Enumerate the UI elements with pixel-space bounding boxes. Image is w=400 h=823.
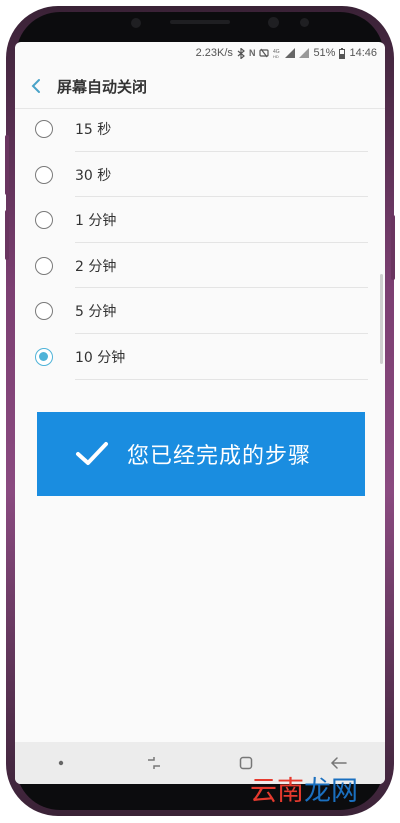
network-speed: 2.23K/s	[195, 47, 233, 59]
option-10min[interactable]: 10 分钟	[15, 334, 385, 380]
front-camera-icon	[131, 18, 141, 28]
bluetooth-icon	[237, 47, 245, 59]
signal-icon	[299, 48, 310, 58]
header: 屏幕自动关闭	[15, 64, 385, 108]
proximity-sensor-icon	[268, 17, 279, 28]
radio-button[interactable]	[35, 302, 53, 321]
back-button[interactable]	[15, 64, 57, 108]
clock: 14:46	[349, 47, 377, 59]
option-label: 2 分钟	[75, 258, 117, 275]
watermark-logo: 云 南 龙 网	[250, 778, 358, 805]
dot-icon	[59, 760, 64, 766]
option-30s[interactable]: 30 秒	[15, 152, 385, 198]
radio-button-selected[interactable]	[35, 347, 53, 366]
radio-button[interactable]	[35, 256, 53, 275]
banner-text: 您已经完成的步骤	[127, 444, 312, 469]
screen: 2.23K/s N 4G HD 51% 14:46 屏幕自动关闭 15 秒 30 …	[15, 42, 385, 784]
radio-button[interactable]	[35, 165, 53, 184]
front-sensors	[0, 14, 400, 34]
option-label: 10 分钟	[75, 349, 126, 366]
completed-step-banner: 您已经完成的步骤	[37, 412, 365, 496]
nav-dot-button[interactable]	[31, 742, 91, 784]
option-label: 5 分钟	[75, 304, 117, 321]
option-2min[interactable]: 2 分钟	[15, 243, 385, 289]
status-bar: 2.23K/s N 4G HD 51% 14:46	[15, 42, 385, 64]
battery-percent: 51%	[313, 47, 336, 59]
volte-icon: 4GHD	[273, 49, 280, 58]
back-arrow-icon	[330, 757, 347, 769]
home-icon	[240, 756, 253, 770]
timeout-options-list: 15 秒 30 秒 1 分钟 2 分钟 5 分钟 10 分钟	[15, 106, 385, 380]
iris-scanner-icon	[300, 18, 309, 27]
recent-apps-button[interactable]	[124, 742, 184, 784]
scrollbar[interactable]	[380, 274, 383, 364]
option-15s[interactable]: 15 秒	[15, 106, 385, 152]
checkmark-icon	[76, 442, 108, 465]
watermark-char: 龙	[304, 776, 331, 807]
option-label: 1 分钟	[75, 213, 117, 230]
battery-icon	[339, 47, 346, 59]
bixby-button	[5, 210, 9, 260]
radio-button[interactable]	[35, 211, 53, 230]
option-label: 30 秒	[75, 167, 112, 184]
radio-button[interactable]	[35, 120, 53, 138]
power-button	[391, 215, 395, 280]
watermark-char: 网	[331, 776, 358, 807]
svg-text:HD: HD	[273, 54, 279, 58]
option-label: 15 秒	[75, 122, 112, 138]
recent-apps-icon	[147, 757, 160, 769]
volume-button	[5, 135, 9, 195]
watermark-char: 南	[277, 776, 304, 807]
earpiece-icon	[170, 20, 230, 24]
watermark-char: 云	[250, 776, 277, 807]
signal-icon	[285, 48, 296, 58]
option-1min[interactable]: 1 分钟	[15, 197, 385, 243]
mute-icon	[259, 48, 270, 58]
chevron-left-icon	[31, 79, 40, 93]
nfc-icon: N	[248, 48, 256, 58]
page-title: 屏幕自动关闭	[57, 77, 148, 96]
option-5min[interactable]: 5 分钟	[15, 288, 385, 334]
option-divider	[75, 378, 368, 380]
